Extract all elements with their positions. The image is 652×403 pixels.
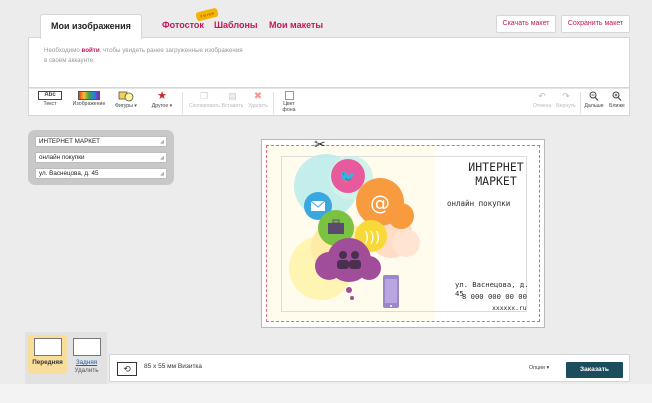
thought-dot xyxy=(350,296,354,300)
copy-icon: ❐ xyxy=(199,91,209,101)
background-color-tool[interactable]: Цвет фона xyxy=(277,91,301,113)
redo-button[interactable]: ↷ Вернуть xyxy=(556,91,576,109)
download-layout-button[interactable]: Скачать макет xyxy=(496,15,556,33)
back-side-tab: Задняя Удалить xyxy=(67,335,106,374)
at-bubble-2 xyxy=(388,203,414,229)
product-size-label: 85 x 55 мм Визитка xyxy=(144,363,203,370)
delete-back-side-link[interactable]: Удалить xyxy=(67,367,106,374)
zoom-out-button[interactable]: Дальше xyxy=(583,91,605,109)
zoom-in-button[interactable]: Ближе xyxy=(607,91,627,109)
tab-my-images[interactable]: Мои изображения xyxy=(40,14,142,39)
color-swatch-icon xyxy=(284,91,294,100)
footer-area xyxy=(0,384,652,403)
text-field-title[interactable]: ИНТЕРНЕТ МАРКЕТ ◢ xyxy=(35,136,167,147)
rss-icon: ))) xyxy=(364,230,380,246)
undo-button[interactable]: ↶ Отмена xyxy=(532,91,552,109)
toolbar-divider xyxy=(182,92,183,114)
paste-icon: ▤ xyxy=(228,91,237,101)
add-text-tool[interactable]: Abc Текст xyxy=(37,91,63,107)
back-side-link[interactable]: Задняя xyxy=(76,359,97,366)
business-card[interactable]: 🐦 @ ))) ИНТЕРНЕТ МАРКЕТ онлайн покупки у… xyxy=(266,145,540,322)
zoom-out-icon xyxy=(583,91,605,102)
copy-button[interactable]: ❐ Скопировать xyxy=(189,91,220,109)
redo-icon: ↷ xyxy=(562,91,570,101)
chevron-down-icon: ▾ xyxy=(169,103,173,109)
scissors-icon: ✂ xyxy=(314,136,326,152)
card-phone[interactable]: 8 000 000 00 00 xyxy=(462,292,527,301)
rotate-orientation-button[interactable]: ⟲ xyxy=(117,362,137,376)
image-icon xyxy=(78,91,100,100)
shapes-icon xyxy=(111,91,141,102)
bottom-bar: ⟲ 85 x 55 мм Визитка Опции ▾ Заказать xyxy=(109,354,630,382)
text-field-subtitle[interactable]: онлайн покупки ◢ xyxy=(35,152,167,163)
editor-toolbar: Abc Текст Изображение Фигуры ▾ ★ Другое … xyxy=(28,88,630,116)
zoom-in-icon xyxy=(607,91,627,102)
tab-bar: Мои изображения Фотосток it is new Шабло… xyxy=(28,7,630,39)
paste-button[interactable]: ▤ Вставить xyxy=(220,91,245,109)
chevron-down-icon: ▾ xyxy=(134,103,137,109)
login-link[interactable]: войти xyxy=(82,47,100,54)
card-canvas: 🐦 @ ))) ИНТЕРНЕТ МАРКЕТ онлайн покупки у… xyxy=(261,139,545,328)
toolbar-divider xyxy=(580,92,581,114)
twitter-icon: 🐦 xyxy=(340,170,356,185)
images-area: Необходимо войти, чтобы увидеть ранее за… xyxy=(28,37,630,88)
briefcase-icon xyxy=(328,223,344,234)
login-message: Необходимо войти, чтобы увидеть ранее за… xyxy=(44,47,243,64)
delete-icon: ✖ xyxy=(253,91,263,102)
at-sign-icon: @ xyxy=(370,191,390,215)
front-thumbnail xyxy=(33,338,62,356)
order-button[interactable]: Заказать xyxy=(566,362,623,378)
card-title[interactable]: ИНТЕРНЕТ МАРКЕТ xyxy=(460,160,532,188)
add-image-tool[interactable]: Изображение xyxy=(71,91,107,107)
front-side-tab[interactable]: Передняя xyxy=(28,335,67,374)
options-dropdown[interactable]: Опции ▾ xyxy=(529,365,549,371)
card-site[interactable]: xxxxxx.ru xyxy=(492,304,527,312)
back-thumbnail[interactable] xyxy=(72,338,101,356)
tab-my-layouts[interactable]: Мои макеты xyxy=(269,14,323,38)
resize-grip-icon: ◢ xyxy=(160,171,164,177)
editor-top-panel: Мои изображения Фотосток it is new Шабло… xyxy=(28,7,630,116)
other-tool[interactable]: ★ Другое ▾ xyxy=(147,90,177,110)
resize-grip-icon: ◢ xyxy=(160,155,164,161)
card-sides-panel: Передняя Задняя Удалить xyxy=(25,332,107,384)
save-layout-button[interactable]: Сохранить макет xyxy=(561,15,630,33)
cloud-illustration[interactable]: 🐦 @ ))) xyxy=(281,148,431,318)
resize-grip-icon: ◢ xyxy=(160,139,164,145)
people-bubble-3 xyxy=(357,256,381,280)
card-subtitle[interactable]: онлайн покупки xyxy=(447,199,510,208)
chevron-down-icon: ▾ xyxy=(546,365,550,371)
thought-dot xyxy=(346,287,352,293)
delete-button[interactable]: ✖ Удалить xyxy=(246,91,270,109)
text-field-address[interactable]: ул. Васнецова, д. 45 ◢ xyxy=(35,168,167,179)
shapes-tool[interactable]: Фигуры ▾ xyxy=(111,91,141,109)
undo-icon: ↶ xyxy=(538,91,546,101)
text-fields-panel: ИНТЕРНЕТ МАРКЕТ ◢ онлайн покупки ◢ ул. Вас… xyxy=(28,130,174,185)
rotate-icon: ⟲ xyxy=(123,364,131,374)
tab-templates[interactable]: Шаблоны xyxy=(214,14,258,38)
star-icon: ★ xyxy=(157,90,167,102)
text-icon: Abc xyxy=(38,91,62,100)
toolbar-divider xyxy=(273,92,274,114)
